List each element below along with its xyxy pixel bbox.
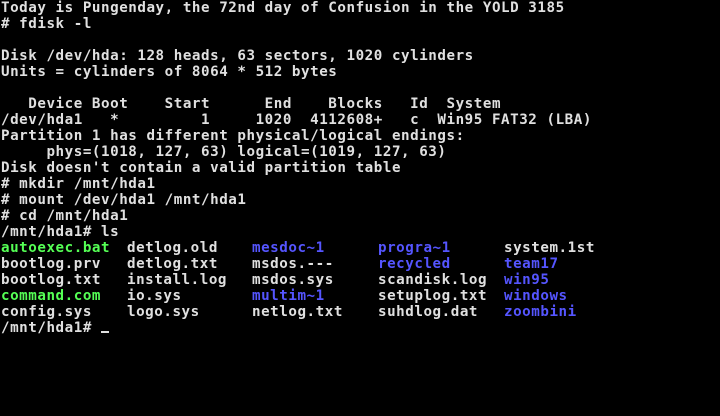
output-line: Disk /dev/hda: 128 heads, 63 sectors, 10… <box>1 48 474 64</box>
prompt-line[interactable]: /mnt/hda1# <box>0 320 720 336</box>
file-entry: command.com <box>1 288 102 304</box>
terminal-screen[interactable]: Today is Pungenday, the 72nd day of Conf… <box>0 0 720 400</box>
file-entry: zoombini <box>504 304 577 320</box>
file-entry: bootlog.prv <box>1 256 102 272</box>
command-line: # fdisk -l <box>1 16 92 32</box>
file-entry: bootlog.txt <box>1 272 102 288</box>
ls-listing: autoexec.bat detlog.old mesdoc~1 progra~… <box>0 240 720 320</box>
output-line: phys=(1018, 127, 63) logical=(1019, 127,… <box>1 144 447 160</box>
file-entry: setuplog.txt <box>378 288 488 304</box>
file-entry: win95 <box>504 272 550 288</box>
command-line: # mount /dev/hda1 /mnt/hda1 <box>1 192 247 208</box>
file-entry: scandisk.log <box>378 272 488 288</box>
partition-table-row: /dev/hda1 * 1 1020 4112608+ c Win95 FAT3… <box>1 112 592 128</box>
file-entry: multim~1 <box>252 288 325 304</box>
ls-row: autoexec.bat detlog.old mesdoc~1 progra~… <box>0 240 720 256</box>
partition-table-header: Device Boot Start End Blocks Id System <box>1 96 502 112</box>
file-entry: install.log <box>127 272 228 288</box>
ls-row: config.sys logo.sys netlog.txt suhdlog.d… <box>0 304 720 320</box>
command-line: # cd /mnt/hda1 <box>1 208 129 224</box>
file-entry: autoexec.bat <box>1 240 111 256</box>
command-line: /mnt/hda1# ls <box>1 224 120 240</box>
output-line: Disk doesn't contain a valid partition t… <box>1 160 402 176</box>
file-entry: io.sys <box>127 288 182 304</box>
file-entry: detlog.old <box>127 240 218 256</box>
date-line: Today is Pungenday, the 72nd day of Conf… <box>1 0 565 16</box>
ls-row: bootlog.txt install.log msdos.sys scandi… <box>0 272 720 288</box>
ls-row: bootlog.prv detlog.txt msdos.--- recycle… <box>0 256 720 272</box>
ls-row: command.com io.sys multim~1 setuplog.txt… <box>0 288 720 304</box>
file-entry: recycled <box>378 256 451 272</box>
command-line: # mkdir /mnt/hda1 <box>1 176 156 192</box>
file-entry: progra~1 <box>378 240 451 256</box>
output-line: Units = cylinders of 8064 * 512 bytes <box>1 64 338 80</box>
file-entry: team17 <box>504 256 559 272</box>
file-entry: netlog.txt <box>252 304 343 320</box>
file-entry: detlog.txt <box>127 256 218 272</box>
terminal-output: Today is Pungenday, the 72nd day of Conf… <box>0 0 720 240</box>
file-entry: windows <box>504 288 568 304</box>
file-entry: system.1st <box>504 240 595 256</box>
file-entry: mesdoc~1 <box>252 240 325 256</box>
file-entry: logo.sys <box>127 304 200 320</box>
file-entry: suhdlog.dat <box>378 304 479 320</box>
file-entry: config.sys <box>1 304 92 320</box>
file-entry: msdos.sys <box>252 272 334 288</box>
text-cursor <box>100 331 109 333</box>
file-entry: msdos.--- <box>252 256 334 272</box>
output-line: Partition 1 has different physical/logic… <box>1 128 465 144</box>
